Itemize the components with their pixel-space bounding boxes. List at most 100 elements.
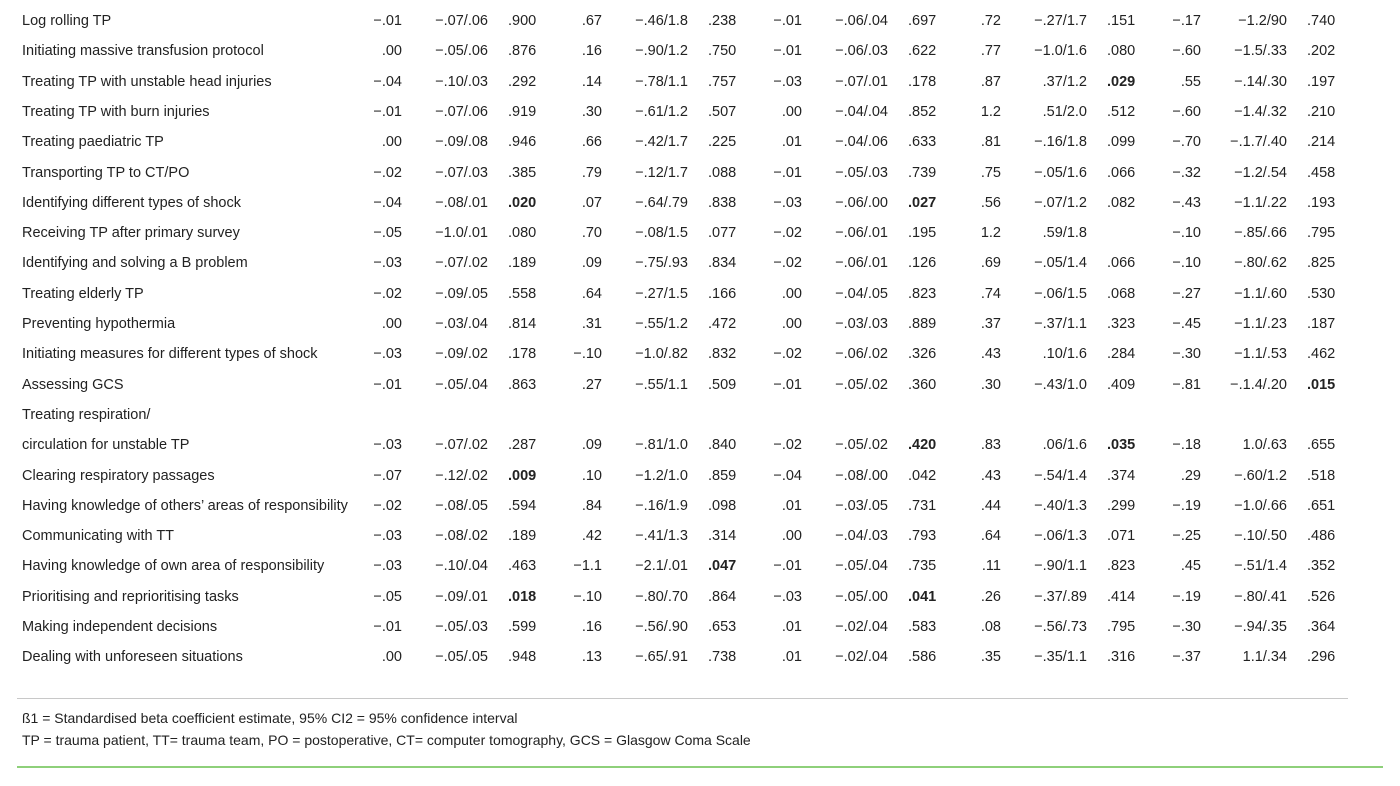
table-cell: .420 — [908, 437, 937, 454]
table-cell: .30 — [581, 103, 602, 120]
table-cell: −.05/.04 — [435, 376, 488, 393]
table-cell: −.07 — [373, 467, 402, 484]
table-cell: −.03/.04 — [435, 316, 488, 332]
table-cell: .00 — [781, 285, 802, 302]
table-cell: −.80/.70 — [635, 588, 688, 605]
table-cell: .823 — [908, 285, 937, 302]
row-label: Log rolling TP — [22, 13, 112, 29]
table-cell: −.06/.04 — [835, 13, 888, 29]
table-cell: −.70 — [1172, 134, 1201, 151]
table-cell: −.02 — [773, 225, 802, 242]
table-cell: −.07/.02 — [435, 437, 488, 454]
row-label: Clearing respiratory passages — [22, 467, 215, 484]
table-cell: −.07/.06 — [435, 103, 488, 120]
table-cell: .00 — [781, 103, 802, 120]
table-cell: .37/1.2 — [1042, 73, 1087, 90]
table-cell: −.02 — [773, 437, 802, 454]
table-cell: .01 — [781, 619, 802, 635]
table-cell: −.04/.04 — [835, 103, 888, 120]
table-cell: −.1.4/.20 — [1230, 376, 1287, 393]
table-cell: −.03/.05 — [835, 497, 888, 514]
table-cell: −.40/1.3 — [1034, 497, 1087, 514]
table-cell: −1.4/.32 — [1234, 103, 1287, 120]
table-cell: .84 — [581, 497, 602, 514]
table-cell: .472 — [708, 316, 737, 332]
table-cell: .238 — [708, 13, 737, 29]
table-row: Assessing GCS −.01 −.05/.04 .863 .27 −.55/1.1… — [0, 377, 1400, 397]
table-cell: −.06/1.5 — [1034, 285, 1087, 302]
table-row: Having knowledge of own area of responsi… — [0, 558, 1400, 578]
table-cell: .81 — [980, 134, 1001, 151]
table-cell: −.94/.35 — [1234, 619, 1287, 635]
row-label: Treating paediatric TP — [22, 134, 164, 151]
table-cell: −.02 — [773, 255, 802, 272]
table-cell: .74 — [980, 285, 1001, 302]
table-cell: −1.0/.01 — [435, 225, 488, 242]
table-cell: .16 — [581, 619, 602, 635]
table-cell: .071 — [1107, 528, 1136, 545]
table-cell: .360 — [908, 376, 937, 393]
table-cell: .326 — [908, 346, 937, 363]
table-cell: .731 — [908, 497, 937, 514]
row-label: circulation for unstable TP — [22, 437, 190, 454]
table-cell: .066 — [1107, 164, 1136, 181]
table-cell: −.1.7/.40 — [1230, 134, 1287, 151]
table-cell: −.05/.03 — [835, 164, 888, 181]
table-cell: −.10/.03 — [435, 73, 488, 90]
table-cell: −1.2/.54 — [1234, 164, 1287, 181]
table-cell: −.64/.79 — [635, 194, 688, 211]
table-cell: .832 — [708, 346, 737, 363]
table-cell: .795 — [1307, 225, 1336, 242]
table-cell: −.03 — [773, 73, 802, 90]
table-cell: .374 — [1107, 467, 1136, 484]
table-cell: −.05/1.6 — [1034, 164, 1087, 181]
table-cell: −.30 — [1172, 619, 1201, 635]
table-row: Prioritising and reprioritising tasks −.0… — [0, 589, 1400, 609]
table-cell: −.05/.04 — [835, 558, 888, 575]
table-row: Treating TP with unstable head injuries −… — [0, 74, 1400, 94]
table-cell: .946 — [508, 134, 537, 151]
row-label: Prioritising and reprioritising tasks — [22, 588, 239, 605]
table-cell: −.25 — [1172, 528, 1201, 545]
table-cell: −.03 — [373, 346, 402, 363]
table-cell: .35 — [980, 649, 1001, 666]
table-row: circulation for unstable TP −.03 −.07/.02.… — [0, 437, 1400, 457]
table-cell: .64 — [581, 285, 602, 302]
table-cell: 1.2 — [980, 103, 1001, 120]
table-cell: −.05/1.4 — [1034, 255, 1087, 272]
table-cell: .042 — [908, 467, 937, 484]
table-cell: −.07/.01 — [835, 73, 888, 90]
table-cell: −.09/.05 — [435, 285, 488, 302]
table-row: Making independent decisions −.01 −.05/.03… — [0, 619, 1400, 639]
table-cell: .210 — [1307, 103, 1336, 120]
table-cell: .09 — [581, 437, 602, 454]
table-cell: −.02/.04 — [835, 619, 888, 635]
table-cell: −.04 — [373, 194, 402, 211]
table-cell: .77 — [980, 43, 1001, 60]
table-cell: .43 — [980, 467, 1001, 484]
table-cell: −.61/1.2 — [635, 103, 688, 120]
table-cell: .823 — [1107, 558, 1136, 575]
table-cell: −.05/.05 — [435, 649, 488, 666]
table-cell: .43 — [980, 346, 1001, 363]
table-cell: −.01 — [773, 13, 802, 29]
table-cell: −.10 — [1172, 255, 1201, 272]
table-cell: .193 — [1307, 194, 1336, 211]
table-cell: .31 — [581, 316, 602, 332]
table-cell: .655 — [1307, 437, 1336, 454]
table-cell: −.04/.03 — [835, 528, 888, 545]
row-label: Treating TP with burn injuries — [22, 103, 210, 120]
table-cell: .16 — [581, 43, 602, 60]
table-cell: −.08/1.5 — [635, 225, 688, 242]
row-label: Initiating massive transfusion protocol — [22, 43, 264, 60]
table-cell: .900 — [508, 13, 537, 29]
table-cell: .793 — [908, 528, 937, 545]
table-cell: −.51/1.4 — [1234, 558, 1287, 575]
table-row: Clearing respiratory passages −.07 −.12/.0… — [0, 468, 1400, 488]
table-cell: .187 — [1307, 316, 1336, 332]
table-cell: .51/2.0 — [1042, 103, 1087, 120]
table-cell: .83 — [980, 437, 1001, 454]
table-cell: .26 — [980, 588, 1001, 605]
table-cell: −.01 — [773, 43, 802, 60]
row-label: Treating respiration/ — [22, 406, 151, 423]
